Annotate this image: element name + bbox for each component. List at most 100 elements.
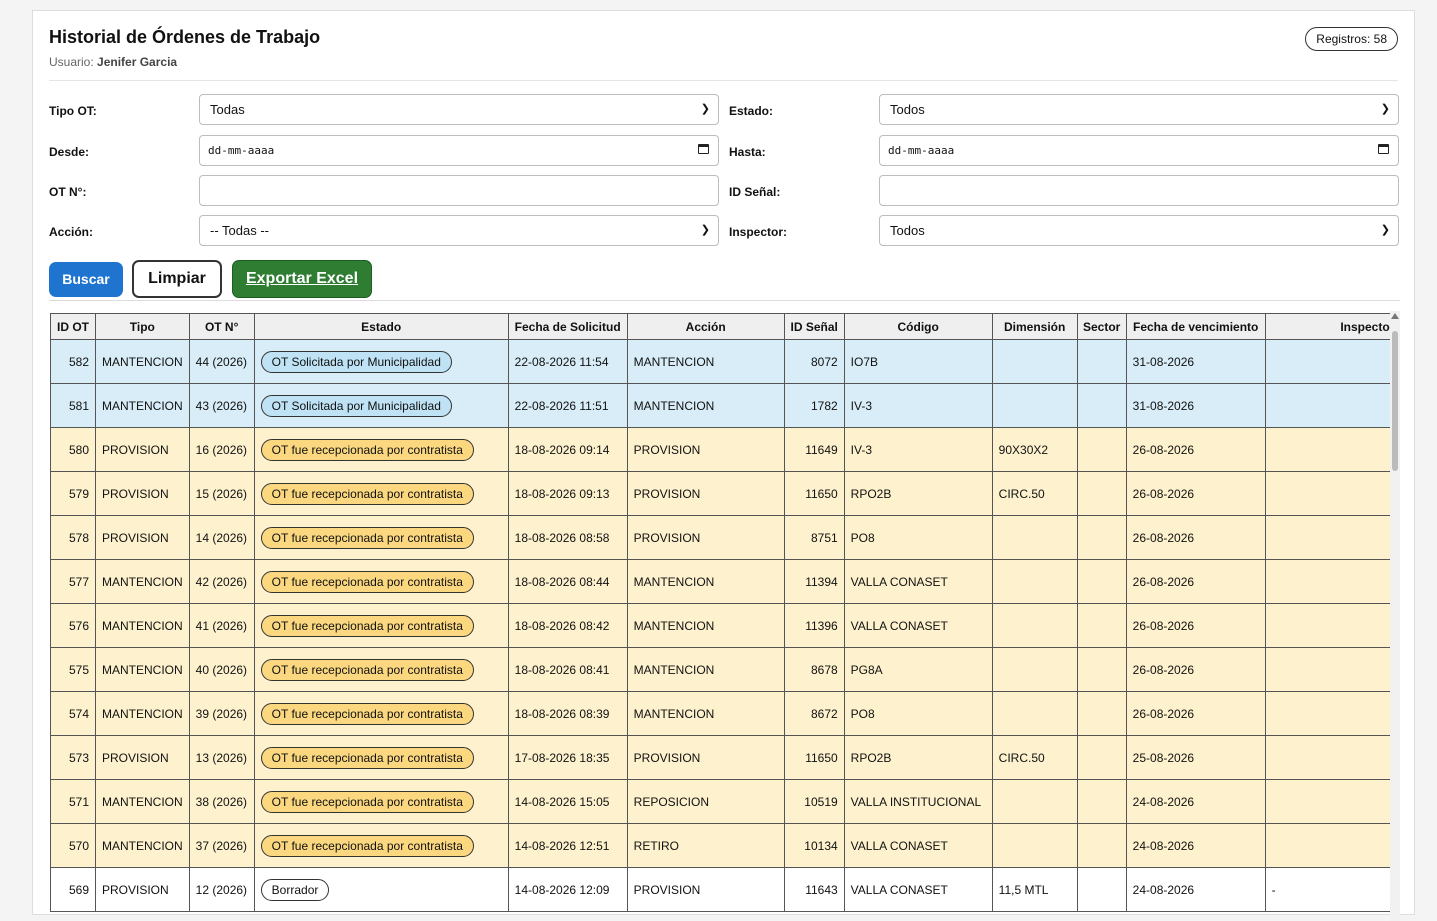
ot-no-cell: 43 (2026) — [188, 383, 255, 428]
clear-button[interactable]: Limpiar — [132, 260, 222, 298]
dimension-cell: CIRC.50 — [991, 735, 1078, 780]
table-row[interactable]: 580 PROVISION 16 (2026) OT fue recepcionada… — [50, 427, 1396, 472]
inspector-cell — [1264, 647, 1396, 692]
codigo-cell: PG8A — [843, 647, 993, 692]
ot-history-card: Historial de Órdenes de Trabajo Usuario:… — [32, 10, 1415, 921]
id-ot-cell: 577 — [50, 559, 96, 604]
hasta-placeholder: dd-mm-aaaa — [888, 144, 955, 157]
scroll-up-arrow-icon[interactable] — [1391, 313, 1399, 319]
fecha-vencimiento-cell: 31-08-2026 — [1125, 383, 1266, 428]
inspector-value: Todos — [890, 223, 925, 238]
tipo-ot-select[interactable]: Todas ❯ — [199, 94, 719, 125]
table-row[interactable]: 570 MANTENCION 37 (2026) OT fue recepcionad… — [50, 823, 1396, 868]
accion-cell: MANTENCION — [626, 691, 785, 736]
estado-value: Todos — [890, 102, 925, 117]
fecha-solicitud-cell: 14-08-2026 12:51 — [507, 823, 628, 868]
ot-no-label: OT N°: — [49, 185, 87, 199]
fecha-vencimiento-cell: 26-08-2026 — [1125, 647, 1266, 692]
fecha-vencimiento-cell: 25-08-2026 — [1125, 735, 1266, 780]
accion-cell: MANTENCION — [626, 603, 785, 648]
table-row[interactable]: 581 MANTENCION 43 (2026) OT Solicitada por … — [50, 383, 1396, 428]
dimension-cell — [991, 823, 1078, 868]
status-badge: OT fue recepcionada por contratista — [260, 570, 474, 593]
fecha-solicitud-cell: 18-08-2026 08:39 — [507, 691, 628, 736]
inspector-select[interactable]: Todos ❯ — [879, 215, 1399, 246]
table-row[interactable]: 569 PROVISION 12 (2026) Borrador 14-08-2026 … — [50, 867, 1396, 912]
estado-select[interactable]: Todos ❯ — [879, 94, 1399, 125]
status-badge: OT fue recepcionada por contratista — [260, 746, 474, 769]
search-button[interactable]: Buscar — [49, 262, 123, 297]
inspector-cell — [1264, 515, 1396, 560]
table-row[interactable]: 574 MANTENCION 39 (2026) OT fue recepcionad… — [50, 691, 1396, 736]
table-row[interactable]: 573 PROVISION 13 (2026) OT fue recepcionada… — [50, 735, 1396, 780]
status-badge: OT fue recepcionada por contratista — [260, 526, 474, 549]
accion-cell: MANTENCION — [626, 647, 785, 692]
fecha-solicitud-cell: 14-08-2026 12:09 — [507, 867, 628, 912]
estado-cell: OT fue recepcionada por contratista — [253, 691, 509, 736]
dimension-cell — [991, 691, 1078, 736]
dimension-cell — [991, 339, 1078, 384]
fecha-solicitud-cell: 17-08-2026 18:35 — [507, 735, 628, 780]
fecha-solicitud-cell: 18-08-2026 08:41 — [507, 647, 628, 692]
status-badge: OT Solicitada por Municipalidad — [260, 350, 452, 373]
table-row[interactable]: 578 PROVISION 14 (2026) OT fue recepcionada… — [50, 515, 1396, 560]
tipo-ot-label: Tipo OT: — [49, 104, 97, 118]
export-excel-button[interactable]: Exportar Excel — [232, 260, 372, 298]
codigo-cell: VALLA CONASET — [843, 867, 993, 912]
status-badge: OT fue recepcionada por contratista — [260, 790, 474, 813]
calendar-icon[interactable] — [1378, 144, 1389, 154]
id-senal-cell: 1782 — [783, 383, 845, 428]
dimension-cell — [991, 559, 1078, 604]
table-row[interactable]: 582 MANTENCION 44 (2026) OT Solicitada por … — [50, 339, 1396, 384]
table-row[interactable]: 571 MANTENCION 38 (2026) OT fue recepcionad… — [50, 779, 1396, 824]
id-senal-cell: 11643 — [783, 867, 845, 912]
results-table-container[interactable]: ID OT Tipo OT N° Estado Fecha de Solicitud Ac… — [49, 300, 1400, 921]
table-row[interactable]: 575 MANTENCION 40 (2026) OT fue recepcionad… — [50, 647, 1396, 692]
table-row[interactable]: 579 PROVISION 15 (2026) OT fue recepcionada… — [50, 471, 1396, 516]
table-row[interactable]: 576 MANTENCION 41 (2026) OT fue recepcionad… — [50, 603, 1396, 648]
id-ot-cell: 575 — [50, 647, 96, 692]
id-senal-cell: 8672 — [783, 691, 845, 736]
desde-label: Desde: — [49, 145, 90, 159]
id-senal-cell: 8751 — [783, 515, 845, 560]
id-ot-cell: 573 — [50, 735, 96, 780]
estado-cell: Borrador — [253, 867, 509, 912]
tipo-cell: MANTENCION — [95, 559, 190, 604]
fecha-solicitud-cell: 18-08-2026 09:14 — [507, 427, 628, 472]
ot-no-input[interactable] — [199, 175, 719, 206]
ot-no-cell: 12 (2026) — [188, 867, 255, 912]
codigo-cell: IV-3 — [843, 427, 993, 472]
dimension-cell — [991, 603, 1078, 648]
table-scrollbar[interactable] — [1390, 311, 1400, 921]
hasta-date-input[interactable]: dd-mm-aaaa — [879, 135, 1399, 166]
fecha-vencimiento-cell: 24-08-2026 — [1125, 779, 1266, 824]
codigo-cell: IO7B — [843, 339, 993, 384]
ot-no-cell: 37 (2026) — [188, 823, 255, 868]
column-header: ID Señal — [783, 313, 845, 340]
estado-cell: OT fue recepcionada por contratista — [253, 515, 509, 560]
desde-date-input[interactable]: dd-mm-aaaa — [199, 135, 719, 166]
scrollbar-thumb[interactable] — [1392, 331, 1398, 471]
calendar-icon[interactable] — [698, 144, 709, 154]
accion-select[interactable]: -- Todas -- ❯ — [199, 215, 719, 246]
status-badge: OT Solicitada por Municipalidad — [260, 394, 452, 417]
id-senal-input[interactable] — [879, 175, 1399, 206]
status-badge: OT fue recepcionada por contratista — [260, 834, 474, 857]
accion-cell: MANTENCION — [626, 559, 785, 604]
estado-cell: OT fue recepcionada por contratista — [253, 427, 509, 472]
sector-cell — [1076, 867, 1127, 912]
id-senal-cell: 11650 — [783, 735, 845, 780]
id-senal-cell: 11394 — [783, 559, 845, 604]
sector-cell — [1076, 779, 1127, 824]
codigo-cell: VALLA CONASET — [843, 559, 993, 604]
column-header: Sector — [1076, 313, 1127, 340]
accion-cell: PROVISION — [626, 735, 785, 780]
header-divider — [49, 80, 1398, 81]
status-badge: OT fue recepcionada por contratista — [260, 438, 474, 461]
table-row[interactable]: 577 MANTENCION 42 (2026) OT fue recepcionad… — [50, 559, 1396, 604]
codigo-cell: IV-3 — [843, 383, 993, 428]
inspector-cell — [1264, 691, 1396, 736]
ot-no-cell: 41 (2026) — [188, 603, 255, 648]
tipo-cell: MANTENCION — [95, 647, 190, 692]
user-name: Jenifer Garcia — [97, 55, 178, 69]
